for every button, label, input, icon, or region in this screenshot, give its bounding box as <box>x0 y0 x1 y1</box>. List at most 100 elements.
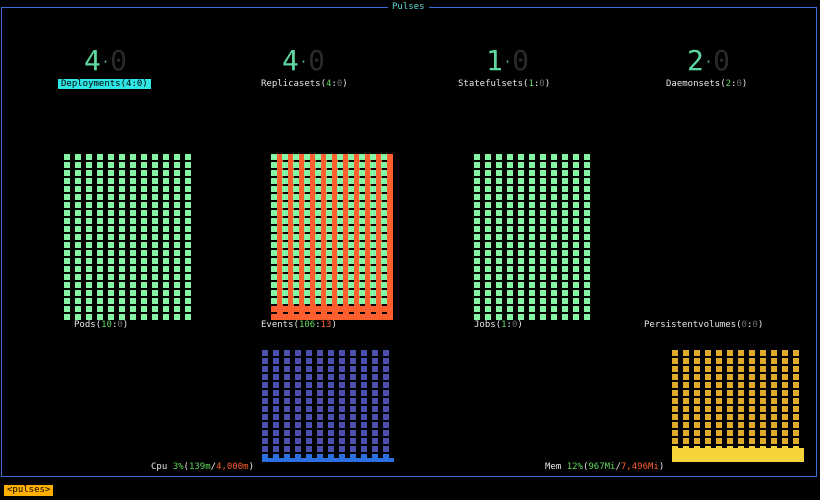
daemonsets-label[interactable]: Daemonsets(2:0) <box>666 79 747 90</box>
mem-bars-segment <box>793 406 799 412</box>
jobs-bars-segment <box>474 170 480 176</box>
jobs-bars-segment <box>551 162 557 168</box>
cpu-bars-segment <box>262 358 268 364</box>
jobs-bars-column <box>540 154 546 320</box>
pods-bars-segment <box>141 258 147 264</box>
pods-bars-segment <box>108 282 114 288</box>
jobs-bars-segment <box>551 210 557 216</box>
jobs-bars-segment <box>507 178 513 184</box>
jobs-bars-segment <box>540 266 546 272</box>
mem-bars-segment <box>716 398 722 404</box>
pods-bars-segment <box>174 162 180 168</box>
pulses-tag[interactable]: <pulses> <box>4 485 54 496</box>
jobs-bars-column <box>551 154 557 320</box>
jobs-bars-segment <box>496 290 502 296</box>
jobs-bars-segment <box>540 274 546 280</box>
events-bars-segment <box>348 250 354 256</box>
mem-bars-segment <box>793 422 799 428</box>
statefulsets-label[interactable]: Statefulsets(1:0) <box>458 79 550 90</box>
pods-bars-segment <box>141 314 147 320</box>
jobs-bars-segment <box>562 218 568 224</box>
mem-bars-segment <box>727 358 733 364</box>
cpu-bars-segment <box>273 406 279 412</box>
cpu-bars-segment <box>339 358 345 364</box>
pods-bars-segment <box>185 210 191 216</box>
jobs-bars-segment <box>540 202 546 208</box>
mem-bars-segment <box>694 366 700 372</box>
events-bars-segment <box>348 314 354 320</box>
jobs-bars-segment <box>485 274 491 280</box>
jobs-bars-segment <box>540 170 546 176</box>
cpu-bars-segment <box>383 422 389 428</box>
pods-bars-segment <box>130 162 136 168</box>
replicasets-label[interactable]: Replicasets(4:0) <box>261 79 348 90</box>
cpu-bars-segment <box>317 414 323 420</box>
jobs-bars-segment <box>573 234 579 240</box>
cpu-bars-column <box>339 350 345 462</box>
pods-bars-segment <box>130 282 136 288</box>
cpu-bars-segment <box>383 358 389 364</box>
jobs-bars-segment <box>540 314 546 320</box>
cpu-bars-segment <box>262 374 268 380</box>
events-bars-segment <box>326 226 332 232</box>
jobs-bars-segment <box>584 306 590 312</box>
pods-bars-segment <box>152 266 158 272</box>
pods-bars-segment <box>75 234 81 240</box>
mem-bars-segment <box>683 398 689 404</box>
jobs-bars-segment <box>518 250 524 256</box>
pods-bars-segment <box>64 202 70 208</box>
cpu-bars-segment <box>350 430 356 436</box>
events-bars-segment <box>326 274 332 280</box>
pods-bars-segment <box>163 258 169 264</box>
mem-bars-segment <box>716 422 722 428</box>
events-bars-segment <box>326 242 332 248</box>
mem-bars-segment <box>683 414 689 420</box>
cpu-bars-segment <box>350 414 356 420</box>
events-bars-segment <box>293 194 299 200</box>
jobs-bars-segment <box>496 226 502 232</box>
cpu-bars-segment <box>361 406 367 412</box>
jobs-bars-segment <box>496 170 502 176</box>
pods-bars-segment <box>130 154 136 160</box>
events-bars-segment <box>381 194 387 200</box>
events-bars-segment <box>326 202 332 208</box>
pods-bars-segment <box>141 154 147 160</box>
cpu-bars-segment <box>339 366 345 372</box>
events-bars-segment <box>359 266 365 272</box>
pods-bars-segment <box>152 258 158 264</box>
pods-bars-segment <box>174 170 180 176</box>
jobs-bars-segment <box>518 226 524 232</box>
pods-bars-segment <box>163 210 169 216</box>
pods-bars-segment <box>119 250 125 256</box>
pods-bars-segment <box>108 170 114 176</box>
mem-bars-segment <box>694 414 700 420</box>
mem-chart <box>672 350 804 462</box>
events-bars-segment <box>348 194 354 200</box>
jobs-bars-segment <box>485 170 491 176</box>
events-bars-segment <box>304 202 310 208</box>
events-bars-segment <box>370 186 376 192</box>
jobs-bars-segment <box>474 242 480 248</box>
mem-bars-segment <box>760 366 766 372</box>
cpu-bars-segment <box>383 446 389 452</box>
cpu-bars-segment <box>328 406 334 412</box>
deployments-label[interactable]: Deployments(4:0) <box>58 79 151 90</box>
events-bars-segment <box>315 290 321 296</box>
jobs-bars-segment <box>584 210 590 216</box>
jobs-bars-segment <box>573 258 579 264</box>
events-bars-segment <box>348 162 354 168</box>
jobs-bars-segment <box>518 234 524 240</box>
mem-bars-segment <box>727 438 733 444</box>
jobs-bars-column <box>529 154 535 320</box>
mem-bars-segment <box>727 406 733 412</box>
events-bars-segment <box>271 266 277 272</box>
events-bars-segment <box>326 282 332 288</box>
jobs-bars-segment <box>518 274 524 280</box>
jobs-bars-segment <box>485 258 491 264</box>
cpu-bars-segment <box>306 350 312 356</box>
jobs-bars-segment <box>540 282 546 288</box>
jobs-bars-segment <box>496 234 502 240</box>
pods-bars-segment <box>119 170 125 176</box>
events-bars-segment <box>359 290 365 296</box>
events-bars-segment <box>326 170 332 176</box>
